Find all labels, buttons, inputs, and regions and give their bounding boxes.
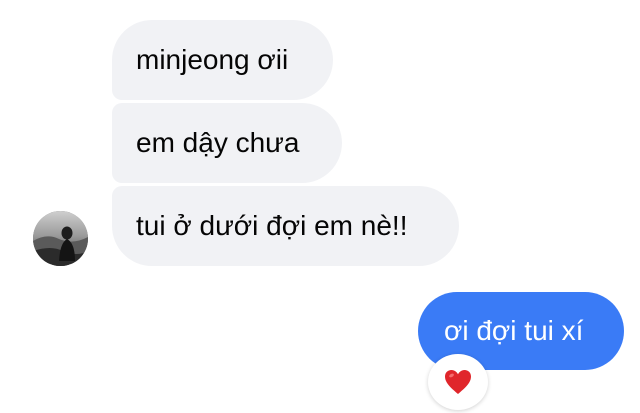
avatar[interactable] bbox=[33, 211, 88, 266]
message-bubble-incoming[interactable]: em dậy chưa bbox=[112, 103, 342, 183]
message-text: em dậy chưa bbox=[136, 127, 300, 158]
message-bubble-incoming[interactable]: tui ở dưới đợi em nè!! bbox=[112, 186, 459, 266]
message-bubble-incoming[interactable]: minjeong ơii bbox=[112, 20, 333, 100]
message-text: ơi đợi tui xí bbox=[444, 315, 584, 346]
message-text: minjeong ơii bbox=[136, 44, 289, 75]
reaction-badge[interactable] bbox=[428, 354, 488, 410]
message-text: tui ở dưới đợi em nè!! bbox=[136, 210, 408, 241]
person-photo-icon bbox=[33, 211, 88, 266]
red-heart-icon bbox=[445, 370, 471, 394]
chat-thread: minjeong ơii em dậy chưa tui ở dưới đợi … bbox=[0, 0, 640, 413]
